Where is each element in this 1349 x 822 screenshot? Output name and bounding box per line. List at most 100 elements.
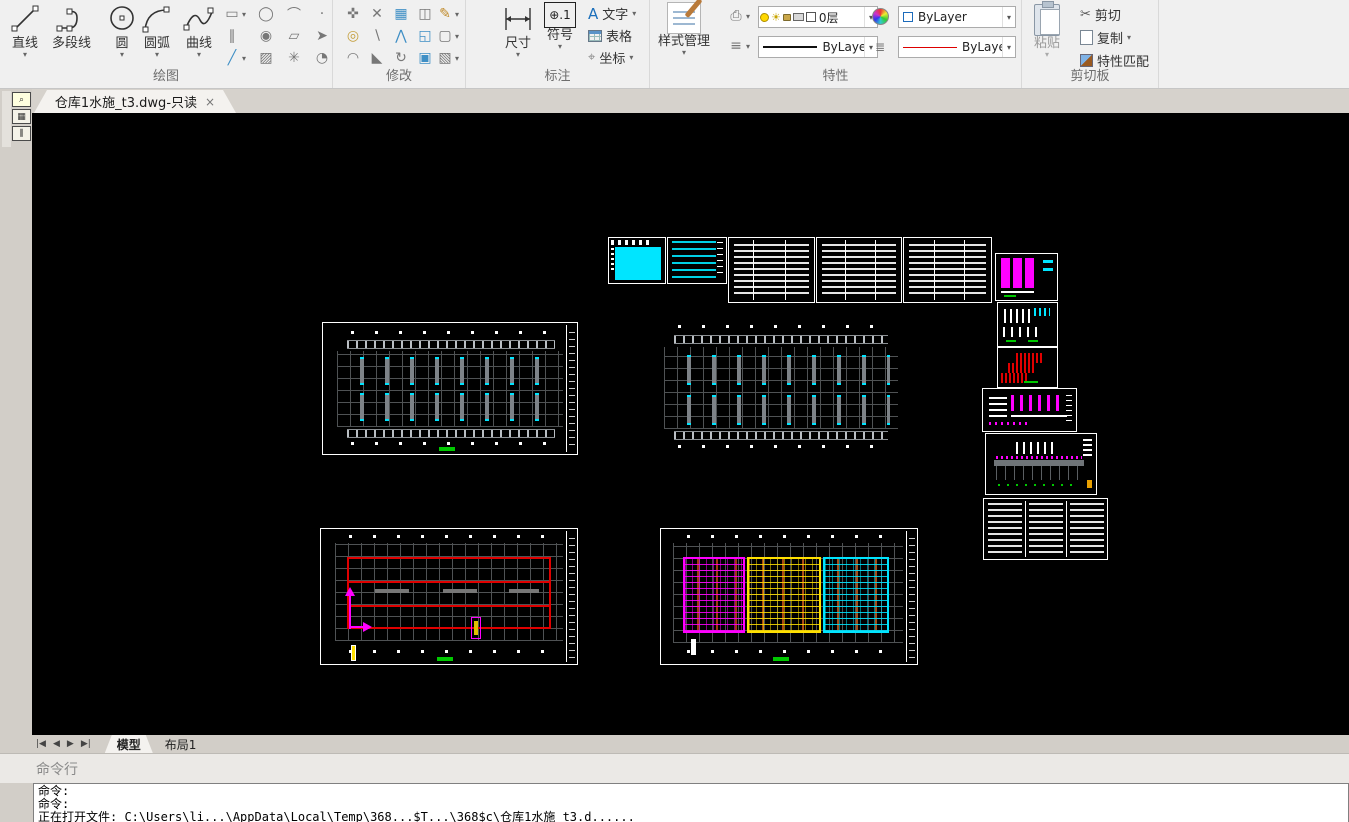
layer-plot-icon[interactable] — [793, 13, 804, 21]
overlap-icon[interactable]: ◱ — [415, 26, 435, 46]
layer-combo[interactable]: ☀ 0层 ▾ — [758, 6, 878, 28]
color-wheel-icon[interactable] — [872, 8, 889, 25]
line-dropdown[interactable]: ▾ — [23, 51, 27, 59]
lineweight-menu-dropdown[interactable]: ▾ — [746, 42, 750, 51]
arc-dropdown[interactable]: ▾ — [155, 51, 159, 59]
style-manager-button[interactable]: 样式管理 ▾ — [658, 2, 710, 57]
erase-icon[interactable]: ∖ — [367, 26, 387, 46]
lineweight-combo[interactable]: ByLayer ▾ — [758, 36, 878, 58]
left-toolbar: ⌕ ▦ ⫼ — [0, 89, 32, 735]
cut-button[interactable]: ✂ 剪切 — [1080, 5, 1121, 24]
drawing-canvas[interactable] — [32, 113, 1349, 735]
layer-lock-icon[interactable] — [783, 14, 791, 21]
layer-freeze-icon[interactable]: ☀ — [771, 12, 781, 23]
wipeout-tool-icon[interactable]: ▱ — [284, 26, 304, 46]
sheet-directory — [667, 237, 727, 284]
document-tab[interactable]: 仓库1水施_t3.dwg-只读 × — [34, 90, 236, 113]
plot-style-icon[interactable]: ⎙ — [726, 6, 746, 26]
style-manager-dropdown[interactable]: ▾ — [682, 49, 686, 57]
plan-hydrant-piping — [320, 528, 578, 665]
color-combo[interactable]: ByLayer ▾ — [898, 6, 1016, 28]
lineweight-sample — [763, 46, 817, 48]
paste-icon — [1034, 4, 1060, 36]
prev-tab-icon[interactable]: ◀ — [53, 739, 60, 749]
move-icon[interactable]: ✜ — [343, 4, 363, 24]
parallel-tool-icon[interactable]: ∥ — [222, 26, 242, 46]
ellipse-tool-icon[interactable]: ◯ — [256, 4, 276, 24]
command-line-header[interactable]: 命令行 — [0, 753, 1349, 783]
document-tab-close-icon[interactable]: × — [205, 95, 215, 109]
divide-tool-dropdown[interactable]: ▾ — [242, 54, 246, 63]
polygon-tool-icon[interactable]: ⌒ — [284, 4, 304, 24]
next-tab-icon[interactable]: ▶ — [67, 739, 74, 749]
tab-model[interactable]: 模型 — [105, 735, 153, 753]
spline-dropdown[interactable]: ▾ — [197, 51, 201, 59]
edit-icon[interactable]: ✎ — [435, 4, 455, 24]
panel-annotate: 尺寸 ▾ ⊕.1 符号 ▾ A 文字 ▾ 表格 ⌖ 坐标 — [466, 0, 650, 88]
circle-dropdown[interactable]: ▾ — [120, 51, 124, 59]
paste-button[interactable]: 粘贴 ▾ — [1034, 4, 1060, 59]
linetype-combo[interactable]: ByLayer ▾ — [898, 36, 1016, 58]
tab-layout1[interactable]: 布局1 — [153, 735, 209, 753]
lineweight-menu-icon[interactable]: ≡ — [726, 36, 746, 56]
first-tab-icon[interactable]: |◀ — [36, 739, 46, 749]
layer-on-icon[interactable] — [760, 13, 769, 22]
rectangle-tool-icon[interactable]: ▭ — [222, 4, 242, 24]
paste-dropdown[interactable]: ▾ — [1045, 51, 1049, 59]
break-icon[interactable]: ✕ — [367, 4, 387, 24]
plan-sprinkler-zones — [660, 528, 918, 665]
array-icon[interactable]: ▦ — [391, 4, 411, 24]
drawing-view-icon[interactable]: ▦ — [12, 109, 31, 124]
copy-object-icon[interactable]: ◎ — [343, 26, 363, 46]
circle-button[interactable]: 圆 ▾ — [107, 2, 137, 59]
sheet-schedule-table — [983, 498, 1108, 560]
table-icon — [588, 30, 602, 42]
arc-button[interactable]: 圆弧 ▾ — [141, 2, 173, 59]
region-tool-icon[interactable]: ◉ — [256, 26, 276, 46]
pin-panel-icon[interactable]: ⌕ — [12, 92, 31, 107]
coordinate-dropdown[interactable]: ▾ — [629, 53, 633, 62]
zone-cyan — [823, 557, 889, 633]
hatch-edit-dropdown[interactable]: ▾ — [455, 54, 459, 63]
color-combo-arrow[interactable]: ▾ — [1002, 7, 1015, 27]
command-line-1: 命令: — [38, 785, 1344, 798]
text-dropdown[interactable]: ▾ — [632, 9, 636, 18]
panel-properties-label: 特性 — [650, 65, 1021, 84]
panel-draw: 直线 ▾ 多段线 圆 ▾ 圆弧 ▾ — [0, 0, 333, 88]
linetype-combo-arrow[interactable]: ▾ — [1002, 37, 1015, 57]
text-button[interactable]: A 文字 ▾ — [588, 4, 636, 23]
rect-trim-dropdown[interactable]: ▾ — [455, 32, 459, 41]
panel-clipboard-label: 剪切板 — [1022, 65, 1158, 84]
polyline-icon — [55, 2, 89, 36]
polyline-button[interactable]: 多段线 — [52, 2, 91, 51]
column-grid-icon[interactable]: ⫼ — [12, 126, 31, 141]
copy-button[interactable]: 复制 ▾ — [1080, 28, 1131, 47]
rect-trim-icon[interactable]: ▢ — [435, 26, 455, 46]
copy-dropdown[interactable]: ▾ — [1127, 33, 1131, 42]
command-line-title: 命令行 — [36, 759, 78, 779]
cut-icon: ✂ — [1080, 7, 1091, 22]
text-icon: A — [588, 5, 598, 23]
layout-tab-bar: |◀ ◀ ▶ ▶| 模型 布局1 — [0, 735, 1349, 753]
point-tool-icon[interactable]: · — [312, 4, 332, 24]
table-button[interactable]: 表格 — [588, 26, 632, 45]
edit-dropdown[interactable]: ▾ — [455, 10, 459, 19]
panel-modify: ✜ ✕ ▦ ◫ ✎ ▾ ◎ ∖ ⋀ ◱ ▢ ▾ ◠ ◣ ↻ ▣ ▧ ▾ 修改 — [333, 0, 466, 88]
ray-tool-icon[interactable]: ➤ — [312, 26, 332, 46]
plot-style-dropdown[interactable]: ▾ — [746, 12, 750, 21]
line-button[interactable]: 直线 ▾ — [10, 2, 40, 59]
rectangle-tool-dropdown[interactable]: ▾ — [242, 10, 246, 19]
document-tab-title: 仓库1水施_t3.dwg-只读 — [55, 92, 197, 111]
command-history[interactable]: 命令: 命令: 正在打开文件: C:\Users\li...\AppData\L… — [33, 783, 1349, 822]
dimension-dropdown[interactable]: ▾ — [516, 51, 520, 59]
panel-properties: 样式管理 ▾ ⎙ ▾ ≡ ▾ ☀ 0层 ▾ ByLayer ▾ — [650, 0, 1022, 88]
last-tab-icon[interactable]: ▶| — [81, 739, 91, 749]
spline-button[interactable]: 曲线 ▾ — [182, 2, 216, 59]
linetype-list-icon[interactable]: ≣ — [870, 37, 890, 57]
align-icon[interactable]: ◫ — [415, 4, 435, 24]
mirror-icon[interactable]: ⋀ — [391, 26, 411, 46]
symbol-button[interactable]: ⊕.1 符号 ▾ — [544, 2, 576, 51]
dimension-button[interactable]: 尺寸 ▾ — [502, 2, 534, 59]
title-block-strip-3 — [906, 531, 917, 662]
symbol-dropdown[interactable]: ▾ — [558, 43, 562, 51]
